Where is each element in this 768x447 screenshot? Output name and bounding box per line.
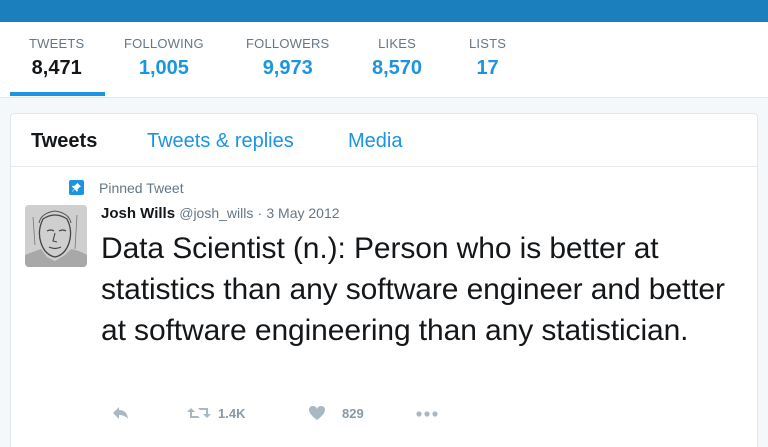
stat-followers-label: FOLLOWERS [246, 36, 330, 51]
pinned-tweet-label: Pinned Tweet [99, 180, 184, 196]
more-button[interactable] [415, 404, 445, 424]
tweet-text: Data Scientist (n.): Person who is bette… [101, 232, 725, 347]
stat-following-value: 1,005 [138, 57, 189, 79]
tweet-header: Josh Wills @josh_wills · 3 May 2012 [101, 203, 340, 224]
reply-button[interactable] [111, 404, 135, 424]
retweet-button[interactable]: 1.4K [187, 404, 277, 424]
stat-followers[interactable]: FOLLOWERS 9,973 [246, 36, 329, 81]
header-separator: · [257, 205, 263, 221]
like-count: 829 [342, 406, 364, 421]
timeline-panel: Tweets Tweets & replies Media Pinned Twe… [10, 113, 758, 447]
stat-likes-value: 8,570 [372, 57, 423, 79]
stat-lists-label: LISTS [469, 36, 507, 51]
profile-header-bar [0, 0, 768, 22]
tweet-actions: 1.4K 829 [101, 404, 501, 424]
stat-tweets-label: TWEETS [29, 36, 85, 51]
stat-following[interactable]: FOLLOWING 1,005 [124, 36, 204, 81]
stat-tweets[interactable]: TWEETS 8,471 [29, 36, 84, 81]
stat-lists-value: 17 [476, 57, 499, 79]
timeline-tabs: Tweets Tweets & replies Media [11, 114, 757, 167]
author-handle[interactable]: @josh_wills [179, 205, 253, 221]
tab-tweets-and-replies[interactable]: Tweets & replies [147, 129, 294, 153]
avatar[interactable] [25, 205, 87, 267]
like-button[interactable]: 829 [308, 404, 378, 424]
active-stat-underline [10, 92, 105, 96]
stat-lists[interactable]: LISTS 17 [469, 36, 506, 81]
pin-icon [69, 180, 84, 195]
tab-media[interactable]: Media [348, 129, 402, 153]
tweet-date[interactable]: 3 May 2012 [266, 205, 339, 221]
stat-tweets-value: 8,471 [31, 57, 82, 79]
stat-likes[interactable]: LIKES 8,570 [372, 36, 422, 81]
retweet-count: 1.4K [218, 406, 246, 421]
author-name[interactable]: Josh Wills [101, 205, 175, 222]
stat-followers-value: 9,973 [262, 57, 313, 79]
profile-stats-nav: TWEETS 8,471 FOLLOWING 1,005 FOLLOWERS 9… [0, 22, 768, 98]
tab-tweets[interactable]: Tweets [31, 129, 97, 153]
stat-likes-label: LIKES [378, 36, 416, 51]
stat-following-label: FOLLOWING [124, 36, 204, 51]
